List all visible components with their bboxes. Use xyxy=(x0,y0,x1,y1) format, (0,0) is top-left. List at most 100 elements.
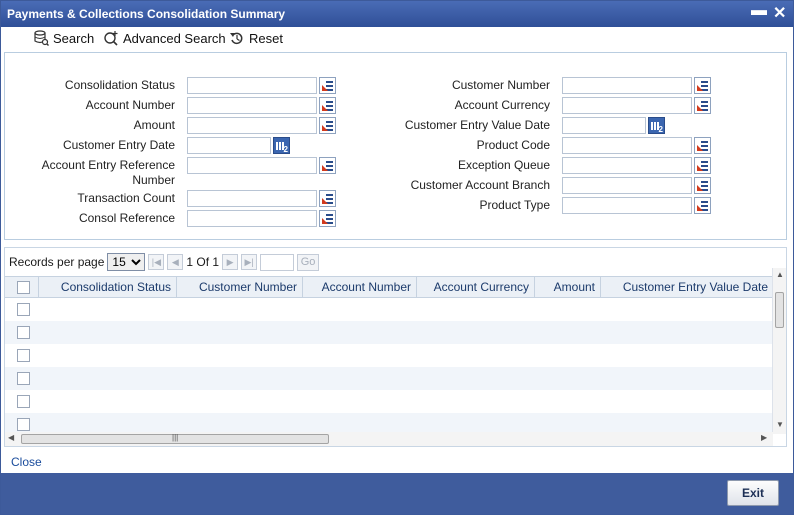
customer-account-branch-field[interactable] xyxy=(562,177,692,194)
product-type-lov-icon[interactable] xyxy=(694,197,711,214)
amount-field[interactable] xyxy=(187,117,317,134)
amount-lov-icon[interactable] xyxy=(319,117,336,134)
account-entry-reference-field[interactable] xyxy=(187,157,317,174)
exception-queue-lov-icon[interactable] xyxy=(694,157,711,174)
row-checkbox[interactable] xyxy=(17,303,30,316)
consol-reference-lov-icon[interactable] xyxy=(319,210,336,227)
goto-page-input[interactable] xyxy=(260,253,295,271)
toolbar: Search Advanced Search Reset xyxy=(1,27,793,51)
column-header[interactable]: Account Currency xyxy=(417,277,535,297)
transaction-count-lov-icon[interactable] xyxy=(319,190,336,207)
table-row[interactable] xyxy=(5,298,773,321)
scroll-right-icon[interactable]: ▶ xyxy=(761,433,767,442)
customer-entry-date-label: Customer Entry Date xyxy=(62,138,175,152)
advanced-search-label: Advanced Search xyxy=(123,30,226,46)
footer-bar: Exit xyxy=(1,473,793,514)
next-page-icon[interactable]: ▶ xyxy=(222,254,239,270)
close-link[interactable]: Close xyxy=(11,455,42,469)
search-button[interactable]: Search xyxy=(33,30,94,46)
account-currency-field[interactable] xyxy=(562,97,692,114)
column-header[interactable]: Account Number xyxy=(303,277,417,297)
grip-icon: ||| xyxy=(172,433,179,442)
scroll-down-icon[interactable]: ▼ xyxy=(776,420,784,429)
summary-window: Payments & Collections Consolidation Sum… xyxy=(0,0,794,515)
account-entry-reference-label: Account Entry Reference xyxy=(41,158,175,172)
account-entry-reference-lov-icon[interactable] xyxy=(319,157,336,174)
close-icon[interactable]: ✕ xyxy=(773,3,786,23)
reset-icon xyxy=(230,32,243,45)
table-row[interactable] xyxy=(5,390,773,413)
database-search-icon xyxy=(34,30,49,46)
customer-entry-date-calendar-icon[interactable]: 2 xyxy=(273,137,290,154)
column-header[interactable]: Customer Entry Value Date xyxy=(601,277,773,297)
advanced-search-button[interactable]: Advanced Search xyxy=(103,30,226,46)
transaction-count-field[interactable] xyxy=(187,190,317,207)
exception-queue-field[interactable] xyxy=(562,157,692,174)
row-checkbox[interactable] xyxy=(17,372,30,385)
account-number-label: Account Number xyxy=(85,98,175,112)
product-type-field[interactable] xyxy=(562,197,692,214)
title-bar[interactable]: Payments & Collections Consolidation Sum… xyxy=(1,1,793,27)
customer-number-field[interactable] xyxy=(562,77,692,94)
previous-page-icon[interactable]: ◀ xyxy=(167,254,184,270)
last-page-icon[interactable]: ▶| xyxy=(241,254,258,270)
scroll-up-icon[interactable]: ▲ xyxy=(776,270,784,279)
vertical-scrollbar[interactable]: ▲ ▼ xyxy=(772,268,786,434)
exception-queue-label: Exception Queue xyxy=(457,158,550,172)
records-per-page-select[interactable]: 15 xyxy=(107,253,146,271)
consol-reference-field[interactable] xyxy=(187,210,317,227)
results-panel: Records per page 15 |◀ ◀ 1 Of 1 ▶ ▶| Go … xyxy=(4,247,787,447)
row-checkbox[interactable] xyxy=(17,349,30,362)
account-currency-lov-icon[interactable] xyxy=(694,97,711,114)
horizontal-scroll-thumb[interactable]: ||| xyxy=(21,433,329,444)
column-header[interactable]: Amount xyxy=(535,277,601,297)
account-entry-reference-label-line2: Number xyxy=(132,173,175,187)
customer-number-label: Customer Number xyxy=(451,78,550,92)
column-header[interactable]: Customer Number xyxy=(177,277,303,297)
product-code-field[interactable] xyxy=(562,137,692,154)
customer-account-branch-label: Customer Account Branch xyxy=(410,178,550,192)
window-title: Payments & Collections Consolidation Sum… xyxy=(7,7,286,21)
customer-account-branch-lov-icon[interactable] xyxy=(694,177,711,194)
first-page-icon[interactable]: |◀ xyxy=(148,254,165,270)
column-header[interactable]: Consolidation Status xyxy=(39,277,177,297)
row-checkbox[interactable] xyxy=(17,418,30,431)
account-number-lov-icon[interactable] xyxy=(319,97,336,114)
table-row[interactable] xyxy=(5,321,773,344)
table-row[interactable] xyxy=(5,344,773,367)
product-code-label: Product Code xyxy=(476,138,550,152)
row-checkbox[interactable] xyxy=(17,395,30,408)
search-label: Search xyxy=(53,30,95,46)
records-per-page-label: Records per page xyxy=(9,255,105,269)
reset-label: Reset xyxy=(249,30,283,46)
customer-entry-value-date-calendar-icon[interactable]: 2 xyxy=(648,117,665,134)
product-type-label: Product Type xyxy=(479,198,551,212)
header-checkbox-cell xyxy=(5,277,39,297)
search-criteria-panel: Consolidation Status Account Number Amou… xyxy=(4,52,787,240)
customer-entry-value-date-label: Customer Entry Value Date xyxy=(404,118,550,132)
table-header: Consolidation Status Customer Number Acc… xyxy=(5,276,773,298)
page-indicator: 1 Of 1 xyxy=(186,255,220,269)
account-number-field[interactable] xyxy=(187,97,317,114)
amount-label: Amount xyxy=(133,118,175,132)
customer-entry-value-date-field[interactable] xyxy=(562,117,646,134)
consolidation-status-lov-icon[interactable] xyxy=(319,77,336,94)
table-row[interactable] xyxy=(5,367,773,390)
horizontal-scrollbar[interactable]: ◀ ||| ▶ xyxy=(5,432,773,446)
minimize-icon[interactable]: ▬ xyxy=(751,2,767,20)
exit-button[interactable]: Exit xyxy=(727,480,779,506)
transaction-count-label: Transaction Count xyxy=(77,191,175,205)
row-checkbox[interactable] xyxy=(17,326,30,339)
reset-button[interactable]: Reset xyxy=(229,30,283,46)
consolidation-status-field[interactable] xyxy=(187,77,317,94)
customer-number-lov-icon[interactable] xyxy=(694,77,711,94)
advanced-search-icon xyxy=(104,31,118,46)
account-currency-label: Account Currency xyxy=(454,98,550,112)
product-code-lov-icon[interactable] xyxy=(694,137,711,154)
consol-reference-label: Consol Reference xyxy=(78,211,175,225)
consolidation-status-label: Consolidation Status xyxy=(64,78,175,92)
vertical-scroll-thumb[interactable] xyxy=(775,292,784,328)
customer-entry-date-field[interactable] xyxy=(187,137,271,154)
go-button[interactable]: Go xyxy=(297,253,320,271)
scroll-left-icon[interactable]: ◀ xyxy=(8,433,14,442)
